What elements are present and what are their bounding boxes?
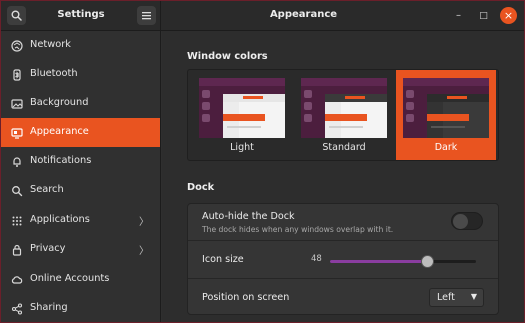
bluetooth-icon: [10, 68, 23, 81]
background-icon: [10, 97, 23, 110]
bell-icon: [10, 155, 23, 168]
sidebar-item-notifications[interactable]: Notifications: [1, 147, 160, 176]
window-color-dark-label: Dark: [434, 142, 458, 153]
light-theme-preview: [199, 78, 285, 138]
header-bar: Settings Appearance – □ ×: [1, 1, 524, 31]
window-color-standard-option[interactable]: Standard: [294, 70, 394, 160]
chevron-down-icon: ▼: [470, 292, 477, 301]
share-icon: [10, 302, 23, 315]
sidebar-item-label: Background: [30, 97, 89, 108]
search-icon: [10, 184, 23, 197]
sidebar-item-search[interactable]: Search: [1, 176, 160, 205]
sidebar-item-online-accounts[interactable]: Online Accounts: [1, 265, 160, 294]
icon-size-slider[interactable]: [330, 255, 476, 268]
search-button[interactable]: [7, 6, 26, 25]
sidebar-item-label: Search: [30, 184, 64, 195]
icon-size-label: Icon size: [202, 254, 244, 265]
standard-theme-preview: [301, 78, 387, 138]
appearance-panel: Window colors Light Standard Dark Dock A…: [162, 31, 524, 322]
icon-size-value: 48: [311, 254, 322, 264]
toggle-knob: [453, 214, 468, 229]
sidebar-item-label: Appearance: [30, 126, 89, 137]
slider-handle[interactable]: [421, 255, 435, 268]
apps-grid-icon: [10, 214, 23, 227]
sidebar-item-label: Applications: [30, 214, 90, 225]
position-dropdown[interactable]: Left ▼: [429, 288, 484, 307]
sidebar-item-label: Notifications: [30, 155, 92, 166]
chevron-right-icon: 〉: [139, 246, 149, 257]
chevron-right-icon: 〉: [139, 217, 149, 228]
sidebar-item-privacy[interactable]: Privacy 〉: [1, 235, 160, 264]
sidebar-item-sharing[interactable]: Sharing: [1, 294, 160, 322]
window-colors-chooser: Light Standard Dark: [187, 69, 499, 161]
sidebar-item-network[interactable]: Network: [1, 31, 160, 60]
lock-icon: [10, 243, 23, 256]
autohide-description: The dock hides when any windows overlap …: [202, 225, 394, 234]
network-icon: [10, 39, 23, 52]
close-icon: ×: [503, 9, 514, 22]
close-button[interactable]: ×: [500, 7, 517, 24]
sidebar-item-label: Bluetooth: [30, 68, 78, 79]
minimize-button[interactable]: –: [450, 7, 467, 24]
icon-size-row: Icon size 48: [188, 240, 498, 278]
maximize-button[interactable]: □: [475, 7, 492, 24]
minimize-icon: –: [456, 10, 461, 21]
dark-theme-preview: [403, 78, 489, 138]
maximize-icon: □: [479, 10, 488, 21]
sidebar-item-bluetooth[interactable]: Bluetooth: [1, 60, 160, 89]
position-label: Position on screen: [202, 292, 290, 303]
window-color-light-option[interactable]: Light: [192, 70, 292, 160]
main-menu-button[interactable]: [137, 6, 156, 25]
window-color-light-label: Light: [230, 142, 254, 153]
autohide-toggle[interactable]: [451, 212, 483, 230]
sidebar-header: Settings: [1, 1, 161, 31]
sidebar-item-applications[interactable]: Applications 〉: [1, 206, 160, 235]
app-title: Settings: [57, 9, 105, 20]
slider-fill: [330, 260, 428, 263]
autohide-label: Auto-hide the Dock: [202, 211, 295, 222]
autohide-row: Auto-hide the Dock The dock hides when a…: [188, 204, 498, 240]
window-colors-heading: Window colors: [187, 51, 268, 62]
settings-window: Settings Appearance – □ × Network Blueto…: [0, 0, 525, 323]
sidebar-item-background[interactable]: Background: [1, 89, 160, 118]
sidebar-item-appearance[interactable]: Appearance: [1, 118, 160, 147]
sidebar-item-label: Sharing: [30, 302, 68, 313]
page-title: Appearance: [269, 9, 338, 20]
dock-heading: Dock: [187, 182, 215, 193]
sidebar-item-label: Online Accounts: [30, 273, 110, 284]
dock-settings-list: Auto-hide the Dock The dock hides when a…: [187, 203, 499, 315]
hamburger-menu-icon: [142, 12, 151, 20]
position-row: Position on screen Left ▼: [188, 278, 498, 315]
sidebar-item-label: Privacy: [30, 243, 66, 254]
sidebar-item-label: Network: [30, 39, 71, 50]
window-color-dark-option[interactable]: Dark: [396, 70, 496, 160]
appearance-icon: [10, 126, 23, 139]
position-selected-value: Left: [437, 292, 455, 303]
window-color-standard-label: Standard: [322, 142, 366, 153]
sidebar: Network Bluetooth Background Appearance: [1, 31, 161, 322]
cloud-icon: [10, 273, 23, 286]
search-icon: [11, 10, 22, 21]
